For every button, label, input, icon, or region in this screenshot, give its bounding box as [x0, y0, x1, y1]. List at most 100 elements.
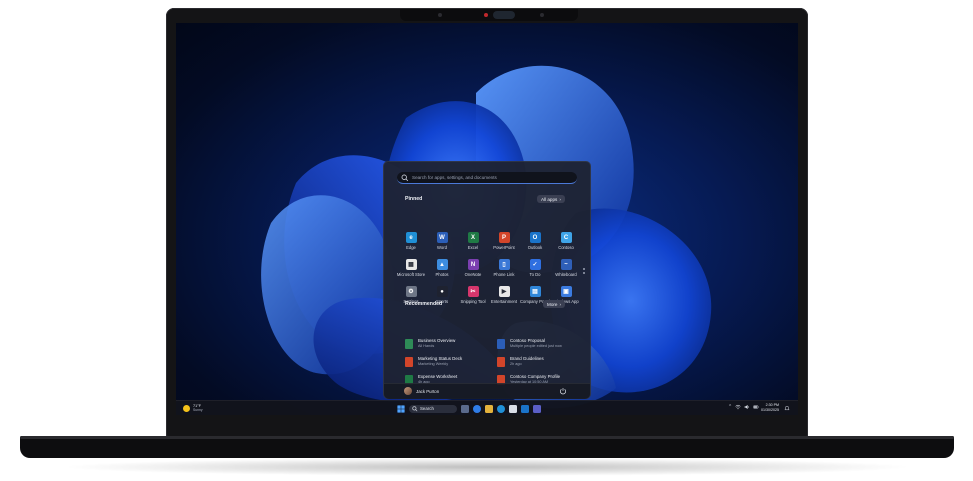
pinned-app-phone-link[interactable]: ▯ Phone Link	[489, 259, 519, 283]
windows-start-icon[interactable]	[397, 404, 405, 413]
recommended-item-detail: Marketing Weekly	[418, 362, 449, 366]
pinned-app-label: Whiteboard	[555, 272, 577, 277]
sensor-dot	[438, 13, 442, 17]
recommended-item[interactable]: Business Overview All Hands	[405, 338, 497, 354]
store-icon[interactable]	[509, 404, 517, 413]
pinned-app-powerpoint[interactable]: P PowerPoint	[489, 232, 519, 256]
recommended-item[interactable]: Brand Guidelines 2h ago	[497, 356, 589, 372]
recommended-item[interactable]: Marketing Status Deck Marketing Weekly	[405, 356, 497, 372]
system-tray: ⌃	[728, 404, 759, 410]
edge-icon: e	[405, 232, 417, 243]
pinned-app-label: Phone Link	[493, 272, 515, 277]
contoso-icon: C	[560, 232, 572, 243]
pinned-app-edge[interactable]: e Edge	[396, 232, 426, 256]
clock-date: 01/30/2025	[761, 408, 779, 412]
laptop-shadow	[60, 458, 914, 476]
pinned-app-label: Outlook	[527, 245, 543, 250]
sports-icon: ●	[436, 286, 448, 297]
all-apps-button[interactable]: All apps ›	[537, 195, 565, 203]
file-icon	[497, 339, 505, 349]
avatar	[404, 387, 412, 395]
recommended-item-name: Contoso Company Profile	[510, 374, 561, 379]
pinned-app-snipping-tool[interactable]: ✂ Snipping Tool	[458, 286, 488, 310]
pinned-app-to-do[interactable]: ✓ To Do	[520, 259, 550, 283]
camera-lens	[493, 11, 515, 19]
file-explorer-icon[interactable]	[485, 404, 493, 413]
recommended-item-detail: 2h ago	[510, 362, 522, 366]
recommended-item-name: Marketing Status Deck	[418, 356, 463, 361]
volume-icon[interactable]	[744, 404, 750, 410]
power-icon[interactable]	[559, 387, 567, 395]
pinned-app-label: Microsoft Store	[396, 272, 426, 277]
more-button[interactable]: More ›	[543, 300, 565, 308]
pinned-app-photos[interactable]: ▲ Photos	[427, 259, 457, 283]
recommended-item-detail: Multiple people edited just now	[510, 344, 562, 348]
teams-icon[interactable]	[533, 404, 541, 413]
start-search-box[interactable]: Search for apps, settings, and documents	[397, 172, 577, 184]
pinned-app-excel[interactable]: X Excel	[458, 232, 488, 256]
taskbar-search-box[interactable]: Search	[409, 404, 457, 413]
pinned-app-microsoft-store[interactable]: ▦ Microsoft Store	[396, 259, 426, 283]
pinned-title: Pinned	[405, 196, 423, 202]
whiteboard-icon: ~	[560, 259, 572, 270]
outlook-icon[interactable]	[521, 404, 529, 413]
pinned-page-indicator[interactable]	[583, 268, 585, 276]
task-view-icon[interactable]	[461, 404, 469, 413]
pinned-app-label: Photos	[435, 272, 449, 277]
file-icon	[405, 357, 413, 367]
notification-bell-icon[interactable]	[784, 405, 790, 411]
more-label: More	[547, 301, 558, 307]
pinned-app-label: Excel	[467, 245, 479, 250]
recommended-item-name: Contoso Proposal	[510, 338, 545, 343]
taskbar-search-label: Search	[420, 406, 434, 411]
edge-icon[interactable]	[497, 404, 505, 413]
search-icon	[412, 405, 418, 411]
laptop-base	[20, 436, 954, 458]
excel-icon: X	[467, 232, 479, 243]
search-icon	[401, 174, 409, 181]
taskbar: 71°F Sunny Search ⌃ 2:30 PM 01/30/2025	[176, 400, 798, 415]
start-menu: Search for apps, settings, and documents…	[383, 161, 591, 399]
file-icon	[497, 357, 505, 367]
laptop-base-lip	[20, 436, 954, 439]
pinned-app-onenote[interactable]: N OneNote	[458, 259, 488, 283]
chevron-up-icon[interactable]: ⌃	[728, 404, 732, 410]
copilot-icon[interactable]	[473, 404, 481, 413]
photos-icon: ▲	[436, 259, 448, 270]
weather-widget[interactable]: 71°F Sunny	[183, 404, 203, 412]
camera-led	[484, 13, 488, 17]
pinned-app-label: Snipping Tool	[460, 299, 486, 304]
battery-icon[interactable]	[753, 404, 759, 410]
recommended-item[interactable]: Contoso Proposal Multiple people edited j…	[497, 338, 589, 354]
pinned-app-contoso[interactable]: C Contoso	[551, 232, 581, 256]
pinned-app-label: Edge	[406, 245, 416, 250]
user-account-button[interactable]: Jack Purton	[404, 387, 439, 395]
sensor-dot	[540, 13, 544, 17]
wifi-icon[interactable]	[735, 404, 741, 410]
microsoft-store-icon: ▦	[405, 259, 417, 270]
file-icon	[405, 339, 413, 349]
pinned-app-whiteboard[interactable]: ~ Whiteboard	[551, 259, 581, 283]
pinned-app-label: Word	[437, 245, 447, 250]
to-do-icon: ✓	[529, 259, 541, 270]
pinned-app-label: PowerPoint	[493, 245, 515, 250]
pinned-app-entertainment[interactable]: ▶ Entertainment	[489, 286, 519, 310]
company-portal-icon: ▤	[529, 286, 541, 297]
settings-icon: ⚙	[405, 286, 417, 297]
taskbar-apps: Search	[397, 404, 541, 413]
taskbar-clock[interactable]: 2:30 PM 01/30/2025	[761, 403, 779, 413]
recommended-item-name: Business Overview	[418, 338, 456, 343]
screen: Search for apps, settings, and documents…	[176, 23, 798, 415]
entertainment-icon: ▶	[498, 286, 510, 297]
user-name: Jack Purton	[416, 388, 440, 394]
pinned-app-outlook[interactable]: O Outlook	[520, 232, 550, 256]
all-apps-label: All apps	[541, 196, 558, 202]
snipping-tool-icon: ✂	[467, 286, 479, 297]
onenote-icon: N	[467, 259, 479, 270]
pinned-app-label: To Do	[529, 272, 541, 277]
recommended-title: Recommended	[405, 301, 443, 307]
weather-condition: Sunny	[193, 408, 203, 412]
pinned-app-word[interactable]: W Word	[427, 232, 457, 256]
sun-icon	[183, 404, 190, 412]
powerpoint-icon: P	[498, 232, 510, 243]
